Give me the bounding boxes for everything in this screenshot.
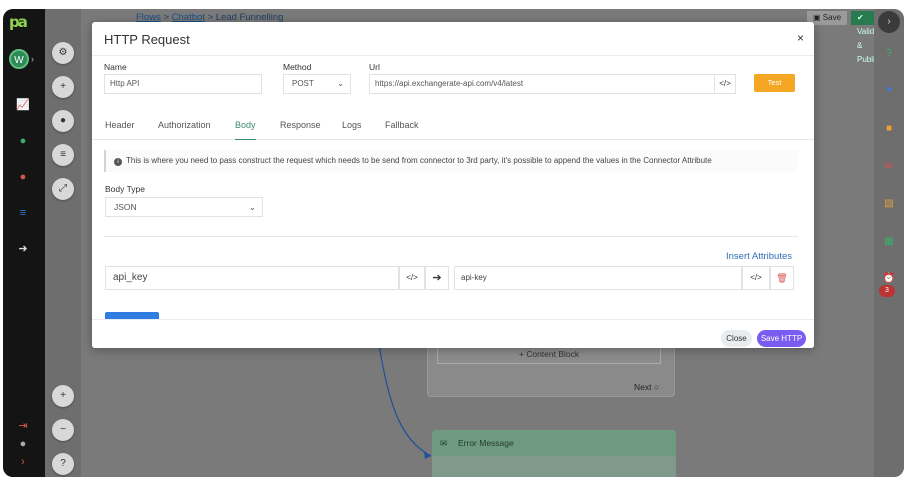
method-label: Method: [283, 62, 312, 72]
trash-icon[interactable]: 🗑: [770, 266, 794, 290]
tab-body[interactable]: Body: [235, 120, 256, 140]
error-message-card[interactable]: ✉ Error Message: [432, 430, 676, 477]
tab-response[interactable]: Response: [280, 120, 321, 140]
modal-title: HTTP Request: [104, 32, 190, 47]
error-card-title: Error Message: [458, 438, 514, 448]
tab-header[interactable]: Header: [105, 120, 135, 140]
chevron-down-icon: ⌄: [248, 202, 256, 212]
body-type-value: JSON: [114, 202, 137, 212]
insert-attributes-link[interactable]: Insert Attributes: [726, 251, 792, 262]
tab-authorization[interactable]: Authorization: [158, 120, 211, 140]
app-window: pa W › 📈 ● ● ≡ ➜ ⇥ ● › ⚙ + ● ≡ ⤢ + − ? F…: [3, 9, 904, 477]
name-label: Name: [104, 62, 127, 72]
info-callout: i This is where you need to pass construc…: [104, 150, 798, 172]
envelope-icon: ✉: [440, 438, 448, 448]
code-icon[interactable]: </>: [399, 266, 425, 290]
close-button[interactable]: Close: [721, 330, 752, 347]
close-icon[interactable]: ×: [797, 31, 804, 45]
code-icon[interactable]: </>: [742, 266, 770, 290]
modal-tabs: Header Authorization Body Response Logs …: [92, 115, 814, 140]
chevron-down-icon: ⌄: [337, 79, 344, 88]
code-icon[interactable]: </>: [714, 74, 736, 94]
name-input[interactable]: Http API: [104, 74, 262, 94]
info-text: This is where you need to pass construct…: [126, 156, 712, 165]
body-type-label: Body Type: [105, 184, 146, 194]
url-input[interactable]: https://api.exchangerate-api.com/v4/late…: [369, 74, 717, 94]
tab-fallback[interactable]: Fallback: [385, 120, 419, 140]
method-value: POST: [292, 79, 314, 88]
error-card-header: ✉ Error Message: [432, 430, 676, 456]
http-request-modal: HTTP Request × Name Http API Method POST…: [92, 22, 814, 348]
modal-footer: Close Save HTTP: [92, 319, 814, 348]
arrow-right-icon: ➔: [425, 266, 449, 290]
param-key-input[interactable]: api_key: [105, 266, 399, 290]
method-select[interactable]: POST ⌄: [283, 74, 351, 94]
save-http-button[interactable]: Save HTTP: [757, 330, 806, 347]
param-value-input[interactable]: api-key: [454, 266, 742, 290]
body-type-select[interactable]: JSON ⌄: [105, 197, 263, 217]
info-icon: i: [114, 158, 122, 166]
url-label: Url: [369, 62, 380, 72]
modal-header: HTTP Request ×: [92, 22, 814, 56]
test-button[interactable]: Test: [754, 74, 795, 92]
tab-logs[interactable]: Logs: [342, 120, 362, 140]
section-divider: [104, 236, 798, 237]
